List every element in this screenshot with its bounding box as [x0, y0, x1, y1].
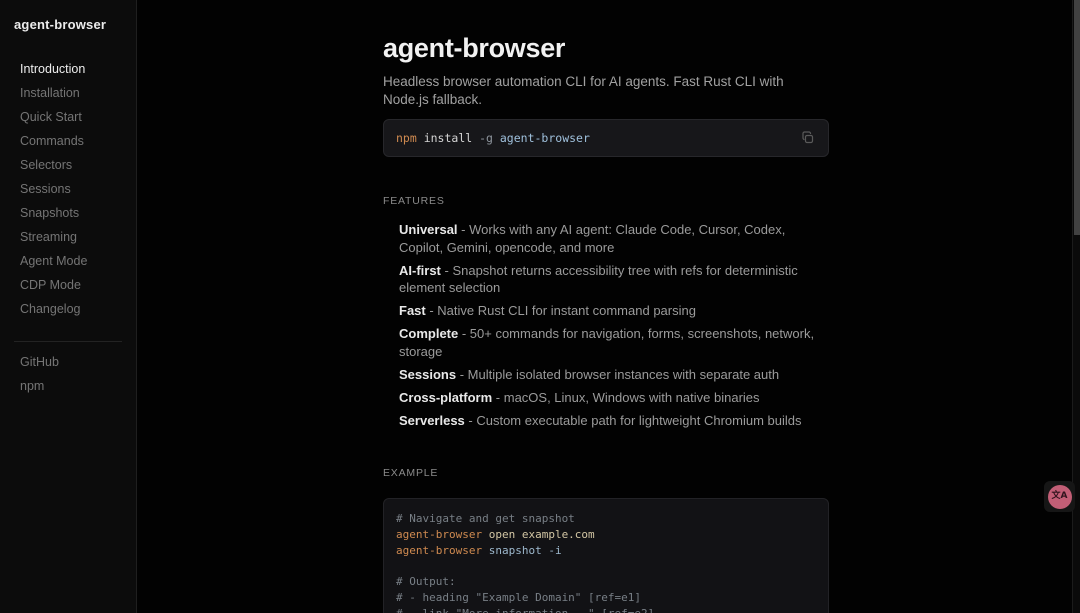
install-token-npm: npm: [396, 131, 417, 145]
page-title: agent-browser: [383, 0, 829, 63]
sidebar: agent-browser Introduction Installation …: [0, 0, 137, 613]
page-subtitle: Headless browser automation CLI for AI a…: [383, 73, 829, 109]
main-content: agent-browser Headless browser automatio…: [383, 0, 829, 613]
sidebar-item-snapshots[interactable]: Snapshots: [0, 201, 136, 225]
sidebar-link-github[interactable]: GitHub: [0, 350, 136, 374]
feature-item-cross-platform: Cross-platform - macOS, Linux, Windows w…: [399, 389, 829, 407]
code-line: agent-browser snapshot -i: [396, 543, 816, 559]
feature-term: Sessions: [399, 367, 456, 382]
sidebar-item-cdp-mode[interactable]: CDP Mode: [0, 273, 136, 297]
sidebar-link-npm[interactable]: npm: [0, 374, 136, 398]
sidebar-nav: Introduction Installation Quick Start Co…: [0, 57, 136, 321]
example-code-block: # Navigate and get snapshot agent-browse…: [383, 498, 829, 613]
code-comment: # Navigate and get snapshot: [396, 512, 575, 525]
sidebar-footer-nav: GitHub npm: [0, 350, 136, 398]
code-args: snapshot -i: [482, 544, 561, 557]
feature-term: AI-first: [399, 263, 441, 278]
code-comment: # - heading "Example Domain" [ref=e1]: [396, 591, 641, 604]
translate-icon: 文A: [1052, 492, 1068, 501]
install-command: npm install -g agent-browser: [396, 131, 590, 145]
feature-term: Universal: [399, 222, 458, 237]
sidebar-item-selectors[interactable]: Selectors: [0, 153, 136, 177]
feature-desc: - 50+ commands for navigation, forms, sc…: [399, 326, 814, 359]
code-comment: # Output:: [396, 575, 456, 588]
feature-desc: - Works with any AI agent: Claude Code, …: [399, 222, 785, 255]
sidebar-item-changelog[interactable]: Changelog: [0, 297, 136, 321]
feature-term: Complete: [399, 326, 458, 341]
code-line: # - link "More information..." [ref=e2]: [396, 606, 816, 613]
feature-item-sessions: Sessions - Multiple isolated browser ins…: [399, 366, 829, 384]
sidebar-item-installation[interactable]: Installation: [0, 81, 136, 105]
copy-icon: [801, 131, 815, 145]
sidebar-item-agent-mode[interactable]: Agent Mode: [0, 249, 136, 273]
code-line: agent-browser open example.com: [396, 527, 816, 543]
feature-desc: - Custom executable path for lightweight…: [465, 413, 802, 428]
code-line-blank: [396, 558, 816, 574]
feature-item-universal: Universal - Works with any AI agent: Cla…: [399, 221, 829, 256]
features-list: Universal - Works with any AI agent: Cla…: [383, 221, 829, 429]
install-command-block: npm install -g agent-browser: [383, 119, 829, 157]
code-command: agent-browser: [396, 544, 482, 557]
feature-term: Cross-platform: [399, 390, 492, 405]
install-token-install: install: [417, 131, 479, 145]
features-heading: FEATURES: [383, 195, 829, 207]
code-line: # Output:: [396, 574, 816, 590]
sidebar-item-sessions[interactable]: Sessions: [0, 177, 136, 201]
code-comment: # - link "More information..." [ref=e2]: [396, 607, 654, 613]
code-args: open example.com: [482, 528, 595, 541]
sidebar-item-streaming[interactable]: Streaming: [0, 225, 136, 249]
example-heading: EXAMPLE: [383, 467, 829, 479]
sidebar-item-commands[interactable]: Commands: [0, 129, 136, 153]
translate-button[interactable]: 文A: [1048, 485, 1072, 509]
scrollbar-track: [1072, 0, 1080, 613]
sidebar-item-quick-start[interactable]: Quick Start: [0, 105, 136, 129]
feature-desc: - Native Rust CLI for instant command pa…: [426, 303, 696, 318]
feature-desc: - macOS, Linux, Windows with native bina…: [492, 390, 759, 405]
feature-term: Serverless: [399, 413, 465, 428]
code-line: # Navigate and get snapshot: [396, 511, 816, 527]
scrollbar-thumb[interactable]: [1074, 0, 1080, 235]
copy-button[interactable]: [800, 130, 816, 146]
feature-term: Fast: [399, 303, 426, 318]
feature-item-serverless: Serverless - Custom executable path for …: [399, 412, 829, 430]
code-line: # - heading "Example Domain" [ref=e1]: [396, 590, 816, 606]
sidebar-title: agent-browser: [0, 0, 136, 32]
install-token-flag: -g: [479, 131, 493, 145]
feature-item-fast: Fast - Native Rust CLI for instant comma…: [399, 302, 829, 320]
feature-item-ai-first: AI-first - Snapshot returns accessibilit…: [399, 262, 829, 297]
feature-desc: - Multiple isolated browser instances wi…: [456, 367, 779, 382]
sidebar-item-introduction[interactable]: Introduction: [0, 57, 136, 81]
install-token-package: agent-browser: [493, 131, 590, 145]
translate-widget: 文A: [1044, 481, 1075, 512]
feature-item-complete: Complete - 50+ commands for navigation, …: [399, 325, 829, 360]
code-command: agent-browser: [396, 528, 482, 541]
sidebar-divider: [14, 341, 122, 342]
feature-desc: - Snapshot returns accessibility tree wi…: [399, 263, 798, 296]
